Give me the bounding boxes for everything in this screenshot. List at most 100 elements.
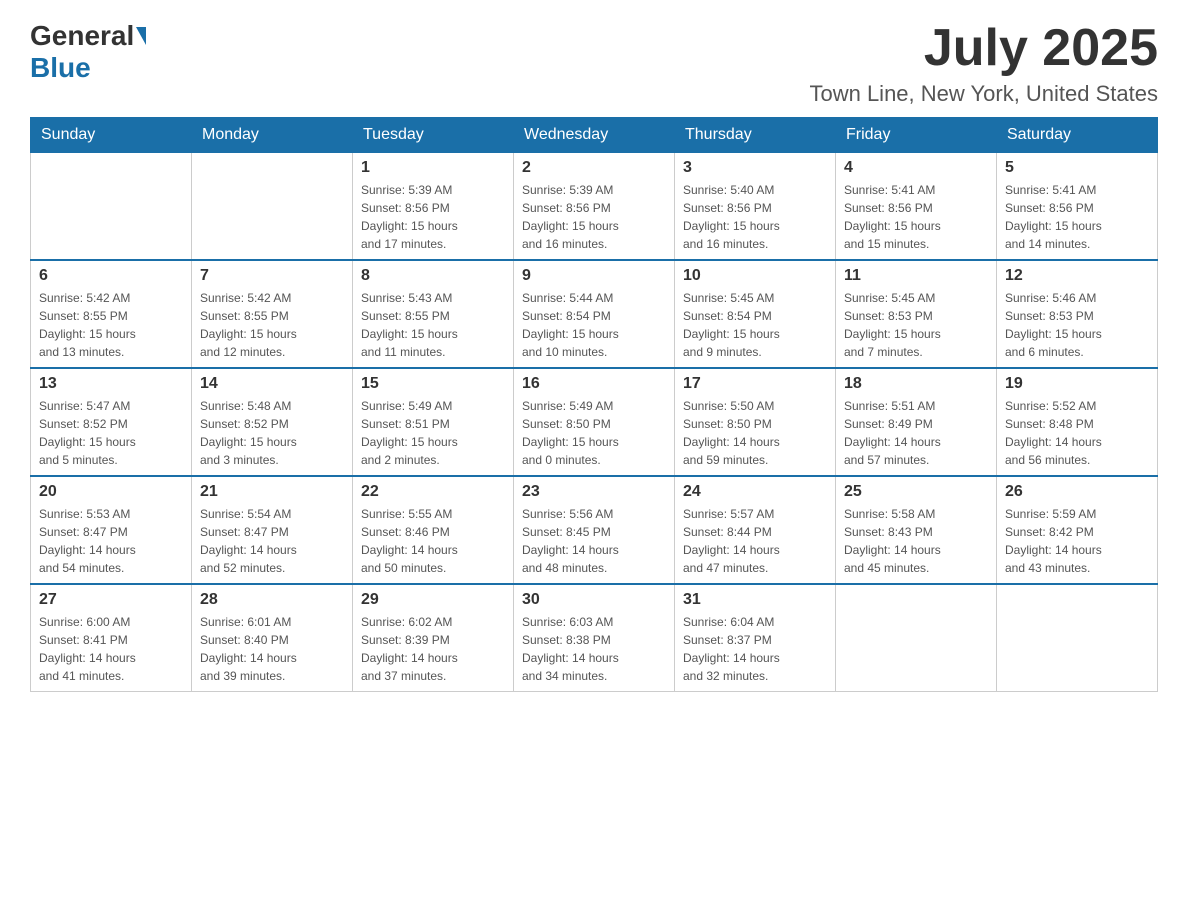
day-info: Sunrise: 5:39 AM Sunset: 8:56 PM Dayligh…: [522, 181, 666, 253]
day-number: 22: [361, 483, 505, 501]
day-info: Sunrise: 5:58 AM Sunset: 8:43 PM Dayligh…: [844, 505, 988, 577]
logo: General Blue: [30, 20, 148, 84]
day-info: Sunrise: 5:41 AM Sunset: 8:56 PM Dayligh…: [1005, 181, 1149, 253]
day-number: 20: [39, 483, 183, 501]
column-header-wednesday: Wednesday: [514, 118, 675, 153]
title-section: July 2025 Town Line, New York, United St…: [809, 20, 1158, 107]
calendar-week-row: 20 Sunrise: 5:53 AM Sunset: 8:47 PM Dayli…: [31, 476, 1158, 584]
day-number: 4: [844, 159, 988, 177]
column-header-tuesday: Tuesday: [353, 118, 514, 153]
day-number: 12: [1005, 267, 1149, 285]
calendar-cell: 2 Sunrise: 5:39 AM Sunset: 8:56 PM Daylig…: [514, 153, 675, 261]
calendar-cell: 8 Sunrise: 5:43 AM Sunset: 8:55 PM Daylig…: [353, 260, 514, 368]
calendar-cell: 10Sunrise: 5:45 AM Sunset: 8:54 PM Dayli…: [675, 260, 836, 368]
day-info: Sunrise: 5:46 AM Sunset: 8:53 PM Dayligh…: [1005, 289, 1149, 361]
calendar-cell: 28 Sunrise: 6:01 AM Sunset: 8:40 PM Dayli…: [192, 584, 353, 692]
day-info: Sunrise: 5:40 AM Sunset: 8:56 PM Dayligh…: [683, 181, 827, 253]
day-info: Sunrise: 5:51 AM Sunset: 8:49 PM Dayligh…: [844, 397, 988, 469]
calendar-cell: [31, 153, 192, 261]
day-info: Sunrise: 5:39 AM Sunset: 8:56 PM Dayligh…: [361, 181, 505, 253]
calendar-cell: [997, 584, 1158, 692]
calendar-header-row: SundayMondayTuesdayWednesdayThursdayFrid…: [31, 118, 1158, 153]
day-info: Sunrise: 5:55 AM Sunset: 8:46 PM Dayligh…: [361, 505, 505, 577]
day-info: Sunrise: 5:48 AM Sunset: 8:52 PM Dayligh…: [200, 397, 344, 469]
column-header-monday: Monday: [192, 118, 353, 153]
day-number: 3: [683, 159, 827, 177]
day-number: 8: [361, 267, 505, 285]
calendar-cell: 29Sunrise: 6:02 AM Sunset: 8:39 PM Dayli…: [353, 584, 514, 692]
calendar-cell: [836, 584, 997, 692]
calendar-cell: 3 Sunrise: 5:40 AM Sunset: 8:56 PM Daylig…: [675, 153, 836, 261]
day-number: 27: [39, 591, 183, 609]
calendar-table: SundayMondayTuesdayWednesdayThursdayFrid…: [30, 117, 1158, 692]
page-header: General Blue July 2025 Town Line, New Yo…: [30, 20, 1158, 107]
day-info: Sunrise: 5:49 AM Sunset: 8:51 PM Dayligh…: [361, 397, 505, 469]
calendar-week-row: 13Sunrise: 5:47 AM Sunset: 8:52 PM Dayli…: [31, 368, 1158, 476]
day-number: 25: [844, 483, 988, 501]
calendar-cell: 23 Sunrise: 5:56 AM Sunset: 8:45 PM Dayli…: [514, 476, 675, 584]
day-number: 31: [683, 591, 827, 609]
day-info: Sunrise: 5:52 AM Sunset: 8:48 PM Dayligh…: [1005, 397, 1149, 469]
day-info: Sunrise: 5:47 AM Sunset: 8:52 PM Dayligh…: [39, 397, 183, 469]
calendar-week-row: 27 Sunrise: 6:00 AM Sunset: 8:41 PM Dayli…: [31, 584, 1158, 692]
day-info: Sunrise: 5:45 AM Sunset: 8:54 PM Dayligh…: [683, 289, 827, 361]
calendar-cell: 6Sunrise: 5:42 AM Sunset: 8:55 PM Daylig…: [31, 260, 192, 368]
day-info: Sunrise: 5:50 AM Sunset: 8:50 PM Dayligh…: [683, 397, 827, 469]
day-info: Sunrise: 5:56 AM Sunset: 8:45 PM Dayligh…: [522, 505, 666, 577]
day-info: Sunrise: 5:53 AM Sunset: 8:47 PM Dayligh…: [39, 505, 183, 577]
calendar-cell: 21 Sunrise: 5:54 AM Sunset: 8:47 PM Dayli…: [192, 476, 353, 584]
day-number: 1: [361, 159, 505, 177]
calendar-cell: 30 Sunrise: 6:03 AM Sunset: 8:38 PM Dayli…: [514, 584, 675, 692]
calendar-cell: 1 Sunrise: 5:39 AM Sunset: 8:56 PM Daylig…: [353, 153, 514, 261]
day-number: 26: [1005, 483, 1149, 501]
day-number: 16: [522, 375, 666, 393]
day-number: 28: [200, 591, 344, 609]
calendar-cell: 7 Sunrise: 5:42 AM Sunset: 8:55 PM Daylig…: [192, 260, 353, 368]
day-number: 11: [844, 267, 988, 285]
calendar-cell: [192, 153, 353, 261]
month-year-title: July 2025: [809, 20, 1158, 77]
day-number: 21: [200, 483, 344, 501]
day-info: Sunrise: 6:03 AM Sunset: 8:38 PM Dayligh…: [522, 613, 666, 685]
day-info: Sunrise: 5:45 AM Sunset: 8:53 PM Dayligh…: [844, 289, 988, 361]
day-number: 7: [200, 267, 344, 285]
day-info: Sunrise: 5:43 AM Sunset: 8:55 PM Dayligh…: [361, 289, 505, 361]
column-header-friday: Friday: [836, 118, 997, 153]
calendar-cell: 14 Sunrise: 5:48 AM Sunset: 8:52 PM Dayli…: [192, 368, 353, 476]
day-number: 14: [200, 375, 344, 393]
day-number: 24: [683, 483, 827, 501]
day-number: 29: [361, 591, 505, 609]
calendar-week-row: 6Sunrise: 5:42 AM Sunset: 8:55 PM Daylig…: [31, 260, 1158, 368]
day-info: Sunrise: 6:04 AM Sunset: 8:37 PM Dayligh…: [683, 613, 827, 685]
day-info: Sunrise: 5:42 AM Sunset: 8:55 PM Dayligh…: [200, 289, 344, 361]
calendar-cell: 20 Sunrise: 5:53 AM Sunset: 8:47 PM Dayli…: [31, 476, 192, 584]
calendar-cell: 11 Sunrise: 5:45 AM Sunset: 8:53 PM Dayli…: [836, 260, 997, 368]
day-number: 18: [844, 375, 988, 393]
calendar-week-row: 1 Sunrise: 5:39 AM Sunset: 8:56 PM Daylig…: [31, 153, 1158, 261]
day-info: Sunrise: 6:01 AM Sunset: 8:40 PM Dayligh…: [200, 613, 344, 685]
calendar-cell: 27 Sunrise: 6:00 AM Sunset: 8:41 PM Dayli…: [31, 584, 192, 692]
calendar-cell: 22 Sunrise: 5:55 AM Sunset: 8:46 PM Dayli…: [353, 476, 514, 584]
calendar-cell: 24 Sunrise: 5:57 AM Sunset: 8:44 PM Dayli…: [675, 476, 836, 584]
day-info: Sunrise: 6:00 AM Sunset: 8:41 PM Dayligh…: [39, 613, 183, 685]
day-info: Sunrise: 5:49 AM Sunset: 8:50 PM Dayligh…: [522, 397, 666, 469]
calendar-cell: 17Sunrise: 5:50 AM Sunset: 8:50 PM Dayli…: [675, 368, 836, 476]
day-number: 15: [361, 375, 505, 393]
calendar-cell: 12 Sunrise: 5:46 AM Sunset: 8:53 PM Dayli…: [997, 260, 1158, 368]
day-number: 5: [1005, 159, 1149, 177]
day-number: 30: [522, 591, 666, 609]
column-header-saturday: Saturday: [997, 118, 1158, 153]
day-number: 2: [522, 159, 666, 177]
day-info: Sunrise: 5:57 AM Sunset: 8:44 PM Dayligh…: [683, 505, 827, 577]
calendar-cell: 18 Sunrise: 5:51 AM Sunset: 8:49 PM Dayli…: [836, 368, 997, 476]
calendar-cell: 19 Sunrise: 5:52 AM Sunset: 8:48 PM Dayli…: [997, 368, 1158, 476]
calendar-cell: 15 Sunrise: 5:49 AM Sunset: 8:51 PM Dayli…: [353, 368, 514, 476]
calendar-cell: 16 Sunrise: 5:49 AM Sunset: 8:50 PM Dayli…: [514, 368, 675, 476]
day-info: Sunrise: 5:54 AM Sunset: 8:47 PM Dayligh…: [200, 505, 344, 577]
logo-general-text: General: [30, 20, 134, 52]
day-number: 23: [522, 483, 666, 501]
logo-blue-text: Blue: [30, 52, 91, 83]
calendar-cell: 31 Sunrise: 6:04 AM Sunset: 8:37 PM Dayli…: [675, 584, 836, 692]
calendar-cell: 25 Sunrise: 5:58 AM Sunset: 8:43 PM Dayli…: [836, 476, 997, 584]
day-number: 19: [1005, 375, 1149, 393]
